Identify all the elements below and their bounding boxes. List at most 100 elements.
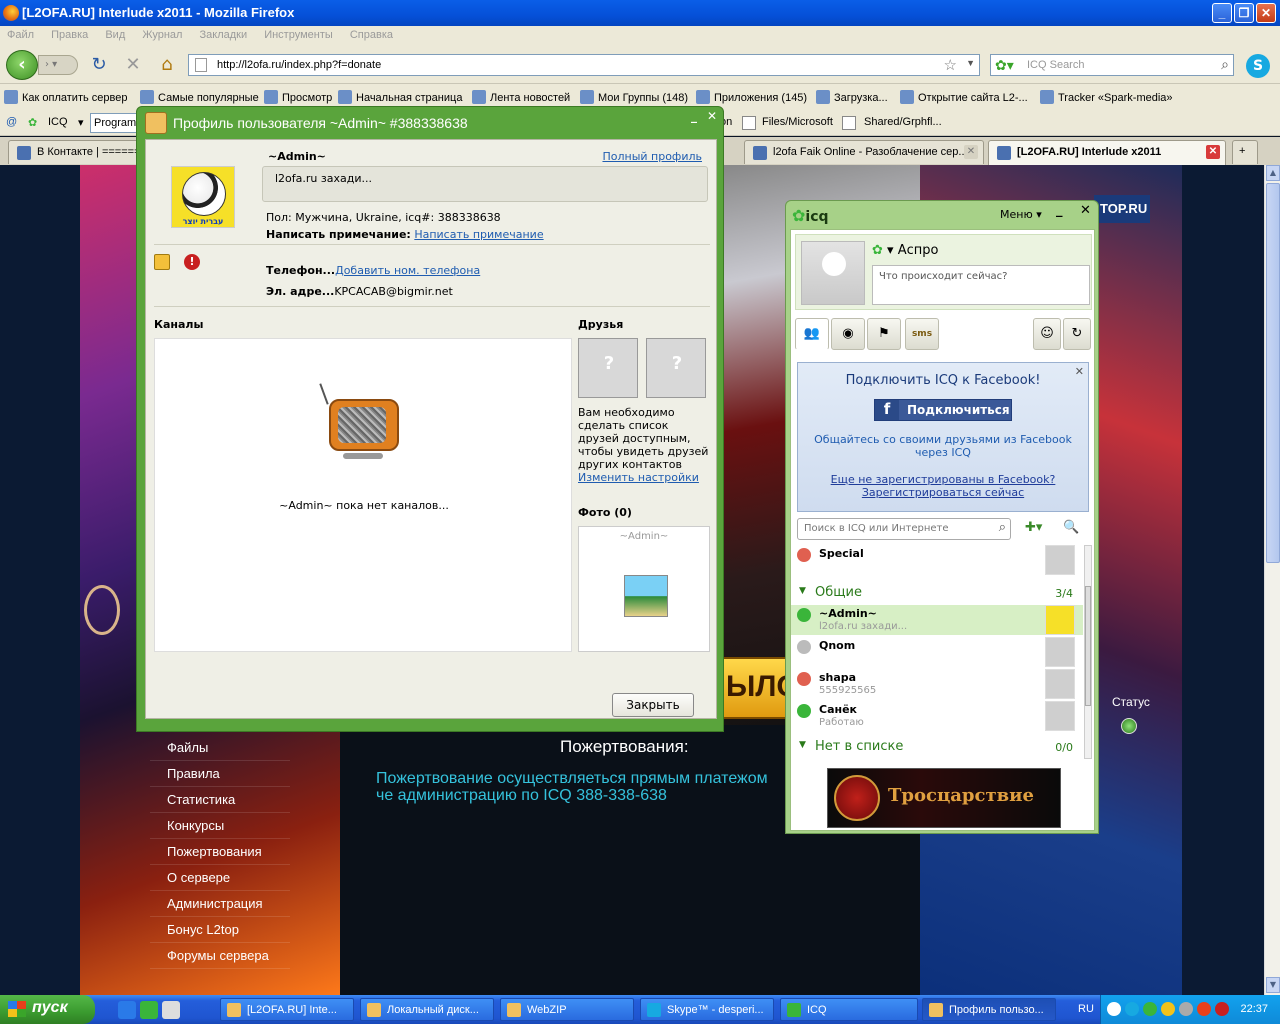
add-contact-icon[interactable]: ✚▾ bbox=[1025, 520, 1042, 535]
maximize-button[interactable]: ❐ bbox=[1234, 3, 1254, 23]
minimize-button[interactable]: _ bbox=[1212, 3, 1232, 23]
bookmark-item[interactable]: Начальная страница bbox=[338, 90, 462, 104]
taskbar-item-firefox[interactable]: [L2OFA.RU] Inte... bbox=[220, 998, 354, 1021]
tab-close-icon[interactable]: ✕ bbox=[1206, 145, 1220, 159]
list-item[interactable]: Qnom bbox=[791, 637, 1083, 667]
list-item[interactable]: Special bbox=[791, 545, 1083, 575]
menu-bookmarks[interactable]: Закладки bbox=[193, 26, 255, 44]
scroll-up-icon[interactable]: ▲ bbox=[1266, 165, 1280, 181]
url-bar[interactable]: http://l2ofa.ru/index.php?f=donate ☆ ▼ bbox=[188, 54, 980, 76]
sidebar-item-donations[interactable]: Пожертвования bbox=[150, 839, 290, 865]
contacts-tab-icon[interactable]: 👥 bbox=[795, 318, 829, 350]
tray-icon[interactable] bbox=[1107, 1002, 1121, 1016]
scroll-thumb[interactable] bbox=[1266, 183, 1280, 563]
facebook-connect-button[interactable]: f Подключиться bbox=[874, 399, 1012, 421]
topru-button[interactable]: TOP.RU bbox=[1094, 195, 1150, 223]
page-scrollbar[interactable]: ▲ ▼ bbox=[1264, 165, 1280, 995]
list-item[interactable]: shapa 555925565 bbox=[791, 669, 1083, 699]
flag-tab-icon[interactable]: ⚑ bbox=[867, 318, 901, 350]
scroll-thumb[interactable] bbox=[1085, 586, 1091, 706]
icq-close-button[interactable]: ✕ bbox=[1080, 203, 1091, 218]
write-note-link[interactable]: Написать примечание bbox=[414, 228, 543, 241]
sidebar-item-admin[interactable]: Администрация bbox=[150, 891, 290, 917]
group-general[interactable]: ▼ Общие 3/4 bbox=[791, 583, 1083, 603]
taskbar-item-webzip[interactable]: WebZIP bbox=[500, 998, 634, 1021]
find-contact-icon[interactable]: 🔍 bbox=[1063, 520, 1079, 535]
tray-icon[interactable] bbox=[1161, 1002, 1175, 1016]
search-icon[interactable]: ⌕ bbox=[999, 520, 1006, 535]
menu-file[interactable]: Файл bbox=[0, 26, 41, 44]
language-indicator[interactable]: RU bbox=[1078, 1003, 1094, 1015]
icq-tray-icon[interactable] bbox=[1143, 1002, 1157, 1016]
ie-icon[interactable] bbox=[118, 1001, 136, 1019]
sms-tab-icon[interactable]: sms bbox=[905, 318, 939, 350]
icqbar-item[interactable]: Shared/Grphfl... bbox=[864, 116, 942, 128]
list-item[interactable]: ~Admin~ l2ofa.ru захади... bbox=[791, 605, 1083, 635]
bookmark-item[interactable]: Просмотр bbox=[264, 90, 332, 104]
games-tab-icon[interactable]: ☺ bbox=[1033, 318, 1061, 350]
full-profile-link[interactable]: Полный профиль bbox=[602, 150, 702, 163]
icq-minimize-button[interactable]: _ bbox=[1056, 203, 1063, 218]
program-field[interactable]: Program bbox=[90, 113, 140, 133]
scroll-down-icon[interactable]: ▼ bbox=[1266, 977, 1280, 993]
contact-list-scrollbar[interactable] bbox=[1084, 545, 1092, 759]
quicklaunch-icon[interactable] bbox=[140, 1001, 158, 1019]
sidebar-item-rules[interactable]: Правила bbox=[150, 761, 290, 787]
icq-search-input[interactable]: Поиск в ICQ или Интернете ⌕ bbox=[797, 518, 1011, 540]
sidebar-item-about[interactable]: О сервере bbox=[150, 865, 290, 891]
status-message-input[interactable]: Что происходит сейчас? bbox=[872, 265, 1090, 305]
bookmark-item[interactable]: Лента новостей bbox=[472, 90, 570, 104]
live-tab-icon[interactable]: ◉ bbox=[831, 318, 865, 350]
menu-edit[interactable]: Правка bbox=[44, 26, 95, 44]
tab-close-icon[interactable]: ✕ bbox=[964, 145, 978, 159]
start-button[interactable]: пуск bbox=[0, 995, 95, 1024]
bookmark-item[interactable]: Самые популярные bbox=[140, 90, 259, 104]
taskbar-item-icq[interactable]: ICQ bbox=[780, 998, 918, 1021]
sidebar-item-files[interactable]: Файлы bbox=[150, 735, 290, 761]
taskbar-item-skype[interactable]: Skype™ - desperi... bbox=[640, 998, 774, 1021]
sidebar-item-bonus[interactable]: Бонус L2top bbox=[150, 917, 290, 943]
bookmark-item[interactable]: Tracker «Spark-media» bbox=[1040, 90, 1173, 104]
ad-banner[interactable]: Тросцарствие bbox=[827, 768, 1061, 828]
search-icon[interactable]: ⌕ bbox=[1221, 56, 1229, 73]
new-tab-button[interactable]: + bbox=[1232, 140, 1258, 164]
tab-l2ofa-faik[interactable]: l2ofa Faik Online - Разоблачение сер... ✕ bbox=[744, 140, 984, 164]
my-name[interactable]: ✿ ▾ Аспро bbox=[872, 243, 938, 258]
tab-vkontakte[interactable]: В Контакте | =========== bbox=[8, 140, 140, 164]
updates-tab-icon[interactable]: ↻ bbox=[1063, 318, 1091, 350]
menu-tools[interactable]: Инструменты bbox=[257, 26, 340, 44]
list-item[interactable]: Санёк Работаю bbox=[791, 701, 1083, 731]
change-settings-link[interactable]: Изменить настройки bbox=[578, 471, 710, 484]
menu-history[interactable]: Журнал bbox=[135, 26, 189, 44]
icq-toolbar-label[interactable]: ICQ bbox=[48, 116, 68, 128]
close-profile-button[interactable]: Закрыть bbox=[612, 693, 694, 717]
bookmark-item[interactable]: Приложения (145) bbox=[696, 90, 807, 104]
reload-icon[interactable]: ↻ bbox=[88, 54, 110, 76]
sidebar-item-forums[interactable]: Форумы сервера bbox=[150, 943, 290, 969]
share-icon[interactable] bbox=[154, 254, 170, 270]
profile-close-button[interactable]: ✕ bbox=[707, 109, 717, 123]
add-phone-link[interactable]: Добавить ном. телефона bbox=[335, 264, 480, 277]
block-icon[interactable]: ! bbox=[184, 254, 200, 270]
bookmark-item[interactable]: Открытие сайта L2-... bbox=[900, 90, 1028, 104]
profile-minimize-button[interactable]: _ bbox=[691, 109, 697, 123]
taskbar-item-profile[interactable]: Профиль пользо... bbox=[922, 998, 1056, 1021]
network-tray-icon[interactable] bbox=[1179, 1002, 1193, 1016]
icq-menu-button[interactable]: Меню ▾ bbox=[1000, 208, 1042, 221]
bookmark-star-icon[interactable]: ☆ bbox=[944, 56, 957, 74]
search-box[interactable]: ✿▾ ICQ Search ⌕ bbox=[990, 54, 1234, 76]
bookmark-item[interactable]: Мои Группы (148) bbox=[580, 90, 688, 104]
menu-view[interactable]: Вид bbox=[98, 26, 132, 44]
tab-l2ofa-main[interactable]: [L2OFA.RU] Interlude x2011 ✕ bbox=[988, 140, 1226, 165]
bookmark-item[interactable]: Как оплатить сервер bbox=[4, 90, 127, 104]
sidebar-item-contests[interactable]: Конкурсы bbox=[150, 813, 290, 839]
photo-placeholder-icon[interactable] bbox=[624, 575, 668, 617]
antivirus-tray-icon[interactable] bbox=[1197, 1002, 1211, 1016]
media-icon[interactable] bbox=[162, 1001, 180, 1019]
stop-icon[interactable]: ✕ bbox=[122, 54, 144, 76]
bookmark-item[interactable]: Загрузка... bbox=[816, 90, 888, 104]
facebook-not-registered-link[interactable]: Еще не зарегистрированы в Facebook? bbox=[798, 473, 1088, 486]
forward-button[interactable]: › ▾ bbox=[38, 55, 78, 75]
taskbar-item-explorer[interactable]: Локальный диск... bbox=[360, 998, 494, 1021]
home-icon[interactable]: ⌂ bbox=[156, 54, 178, 76]
